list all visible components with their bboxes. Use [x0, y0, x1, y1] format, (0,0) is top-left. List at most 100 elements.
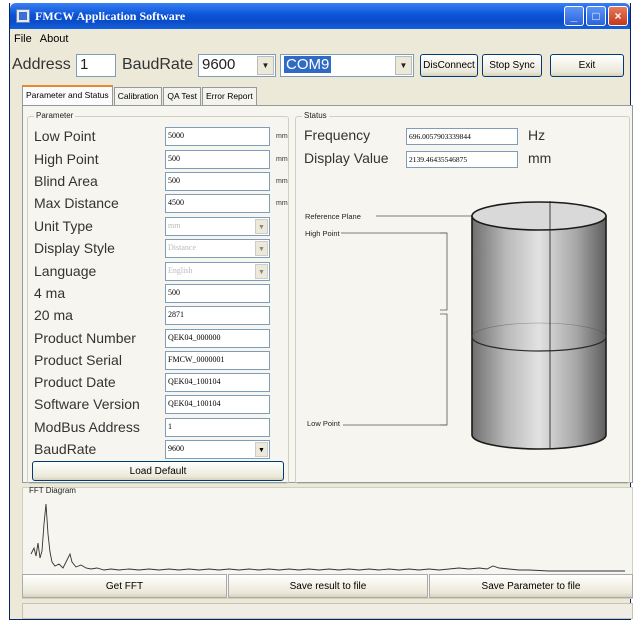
param-input[interactable]: QEK04_000000 — [165, 329, 270, 348]
param-input[interactable]: 500 — [165, 172, 270, 191]
param-input[interactable]: 5000 — [165, 127, 270, 146]
param-input[interactable]: 500 — [165, 284, 270, 303]
param-input[interactable]: 2871 — [165, 306, 270, 325]
chevron-down-icon[interactable]: ▼ — [395, 56, 412, 75]
param-label: Language — [34, 263, 97, 279]
maximize-button[interactable]: □ — [586, 6, 606, 26]
chevron-down-icon[interactable]: ▼ — [255, 241, 268, 256]
chevron-down-icon[interactable]: ▼ — [255, 219, 268, 234]
param-input[interactable]: 4500 — [165, 194, 270, 213]
param-label: Low Point — [34, 128, 96, 144]
tab-strip: Parameter and Status Calibration QA Test… — [22, 85, 258, 105]
param-label: High Point — [34, 151, 99, 167]
tab-qa-test[interactable]: QA Test — [163, 87, 201, 105]
app-icon — [16, 9, 30, 23]
param-label: ModBus Address — [34, 419, 140, 435]
tank-diagram — [341, 201, 607, 450]
tab-parameter-status[interactable]: Parameter and Status — [22, 85, 113, 105]
frequency-unit: Hz — [528, 127, 546, 143]
display-value-unit: mm — [528, 150, 552, 166]
baudrate-label: BaudRate — [122, 56, 194, 73]
chevron-down-icon[interactable]: ▼ — [257, 56, 274, 75]
status-group: Status Frequency 696.0057903339844 Hz Di… — [295, 111, 630, 484]
save-result-button[interactable]: Save result to file — [228, 574, 428, 598]
connection-bar: Address 1 BaudRate 9600 ▼ COM9 ▼ DisConn… — [10, 53, 630, 81]
param-row-language: Language English ▼ — [34, 262, 289, 284]
bracket-upper — [440, 232, 448, 311]
param-row-product-number: Product Number QEK04_000000 — [34, 329, 289, 351]
exit-button[interactable]: Exit — [550, 54, 624, 77]
display-value-label: Display Value — [304, 150, 389, 166]
param-input[interactable]: 1 — [165, 418, 270, 437]
parameter-group-title: Parameter — [34, 111, 76, 120]
param-label: 20 ma — [34, 307, 73, 323]
tab-calibration[interactable]: Calibration — [113, 87, 163, 105]
param-row-low-point: Low Point 5000 mm — [34, 127, 289, 149]
port-value: COM9 — [284, 56, 332, 73]
menu-bar: File About — [10, 30, 630, 48]
param-input[interactable]: FMCW_0000001 — [165, 351, 270, 370]
param-label: Product Date — [34, 374, 116, 390]
param-input[interactable]: QEK04_100104 — [165, 395, 270, 414]
language-select[interactable]: English ▼ — [165, 262, 270, 281]
baudrate-param-select[interactable]: 9600 ▼ — [165, 440, 270, 459]
address-label: Address — [12, 56, 71, 73]
param-row-4ma: 4 ma 500 — [34, 284, 289, 306]
frequency-label: Frequency — [304, 127, 371, 143]
parameter-group: Parameter Low Point 5000 mm High Point 5… — [27, 111, 289, 484]
fft-trace — [30, 503, 625, 572]
baudrate-value: 9600 — [202, 56, 236, 73]
display-value: 2139.46435546875 — [406, 151, 518, 168]
tank-body — [471, 215, 607, 450]
bottom-actions: Get FFT Save result to file Save Paramet… — [22, 574, 633, 598]
bracket-lower — [440, 313, 448, 426]
chevron-down-icon[interactable]: ▼ — [255, 264, 268, 279]
param-row-20ma: 20 ma 2871 — [34, 306, 289, 328]
select-value: 9600 — [168, 444, 184, 453]
select-value: English — [168, 266, 193, 275]
stop-sync-button[interactable]: Stop Sync — [482, 54, 542, 77]
tab-error-report[interactable]: Error Report — [201, 87, 257, 105]
param-input[interactable]: 500 — [165, 150, 270, 169]
status-group-title: Status — [302, 111, 329, 120]
param-row-baudrate: BaudRate 9600 ▼ — [34, 440, 289, 462]
baudrate-select[interactable]: 9600 ▼ — [198, 54, 276, 77]
param-unit: mm — [276, 178, 288, 185]
param-row-max-distance: Max Distance 4500 mm — [34, 194, 289, 216]
param-unit: mm — [276, 200, 288, 207]
window-title: FMCW Application Software — [35, 8, 186, 23]
menu-file[interactable]: File — [14, 33, 32, 45]
menu-about[interactable]: About — [40, 33, 69, 45]
param-row-display-style: Display Style Distance ▼ — [34, 239, 289, 261]
param-label: 4 ma — [34, 285, 66, 301]
close-button[interactable]: × — [608, 6, 628, 26]
address-input[interactable]: 1 — [76, 54, 116, 77]
param-unit: mm — [276, 133, 288, 140]
chevron-down-icon[interactable]: ▼ — [255, 442, 268, 457]
disconnect-button[interactable]: DisConnect — [420, 54, 478, 77]
minimize-button[interactable]: _ — [564, 6, 584, 26]
param-label: Display Style — [34, 240, 115, 256]
status-bar — [22, 603, 633, 619]
param-label: Blind Area — [34, 173, 98, 189]
param-label: BaudRate — [34, 441, 97, 457]
get-fft-button[interactable]: Get FFT — [22, 574, 227, 598]
frequency-value: 696.0057903339844 — [406, 128, 518, 145]
fft-plot — [30, 503, 625, 572]
tank-top — [471, 201, 607, 231]
unit-type-select[interactable]: mm ▼ — [165, 217, 270, 236]
display-style-select[interactable]: Distance ▼ — [165, 239, 270, 258]
parameter-status-panel: Parameter Low Point 5000 mm High Point 5… — [22, 105, 633, 484]
fft-group-title: FFT Diagram — [29, 486, 76, 495]
app-window: FMCW Application Software _ □ × File Abo… — [9, 3, 633, 620]
select-value: Distance — [168, 243, 196, 252]
title-bar[interactable]: FMCW Application Software _ □ × — [10, 3, 630, 29]
param-row-high-point: High Point 500 mm — [34, 150, 289, 172]
param-row-modbus-address: ModBus Address 1 — [34, 418, 289, 440]
save-parameter-button[interactable]: Save Parameter to file — [429, 574, 633, 598]
param-label: Unit Type — [34, 218, 93, 234]
param-input[interactable]: QEK04_100104 — [165, 373, 270, 392]
param-label: Max Distance — [34, 195, 119, 211]
load-default-button[interactable]: Load Default — [32, 461, 284, 481]
port-select[interactable]: COM9 ▼ — [280, 54, 414, 77]
